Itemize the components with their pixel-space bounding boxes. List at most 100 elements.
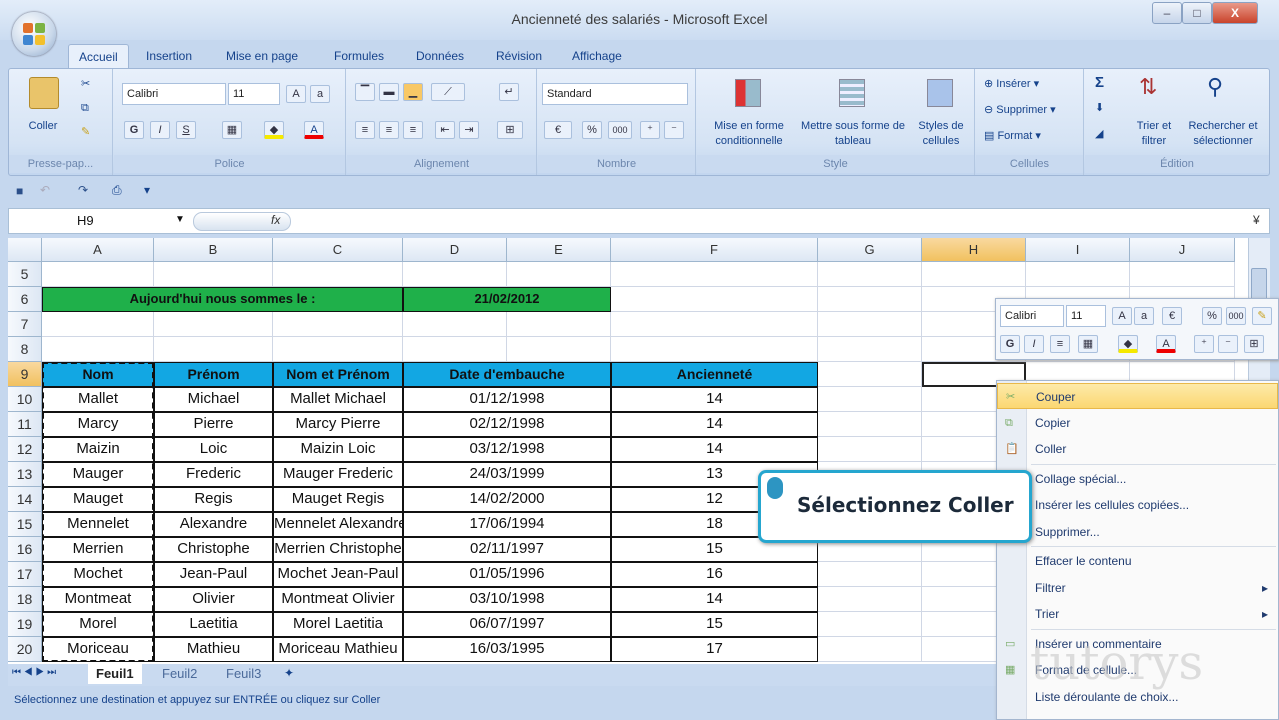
- formula-input[interactable]: [299, 209, 1249, 233]
- table-cell[interactable]: Moriceau Mathieu: [273, 637, 403, 662]
- grid-cell[interactable]: [818, 262, 922, 287]
- row-header-12[interactable]: 12: [8, 437, 42, 462]
- sort-filter-button[interactable]: Trier et filtrer: [1129, 119, 1179, 149]
- sort-filter-icon[interactable]: ⇅: [1139, 76, 1157, 98]
- grid-cell[interactable]: [611, 337, 818, 362]
- insert-function-button[interactable]: fx: [271, 213, 280, 227]
- grid-cell[interactable]: [273, 312, 403, 337]
- delete-cells-button[interactable]: ⊖ Supprimer ▾: [984, 103, 1056, 118]
- mini-size-select[interactable]: 11: [1066, 305, 1106, 327]
- grid-cell[interactable]: [403, 337, 507, 362]
- column-header-I[interactable]: I: [1026, 238, 1130, 262]
- format-as-table-button[interactable]: Mettre sous forme de tableau: [797, 119, 909, 149]
- percent-button[interactable]: %: [582, 121, 602, 139]
- grid-cell[interactable]: [818, 587, 922, 612]
- table-cell[interactable]: Maizin Loic: [273, 437, 403, 462]
- table-cell[interactable]: Merrien Christophe: [273, 537, 403, 562]
- font-name-select[interactable]: Calibri: [122, 83, 226, 105]
- grid-cell[interactable]: [507, 262, 611, 287]
- table-cell[interactable]: Marcy: [42, 412, 154, 437]
- grid-cell[interactable]: [42, 312, 154, 337]
- number-format-select[interactable]: Standard: [542, 83, 688, 105]
- table-header-cell[interactable]: Nom: [42, 362, 154, 387]
- table-cell[interactable]: 02/11/1997: [403, 537, 611, 562]
- fill-color-icon[interactable]: ◆: [264, 121, 284, 139]
- table-cell[interactable]: Montmeat Olivier: [273, 587, 403, 612]
- grid-cell[interactable]: [611, 262, 818, 287]
- format-table-icon[interactable]: [839, 79, 865, 107]
- table-cell[interactable]: 15: [611, 612, 818, 637]
- menu-item-copier[interactable]: Copier ⧉: [997, 410, 1278, 436]
- menu-item-insérer-les-cellules-copiées-[interactable]: Insérer les cellules copiées...: [997, 492, 1278, 518]
- align-left-icon[interactable]: ≡: [355, 121, 375, 139]
- column-header-B[interactable]: B: [154, 238, 273, 262]
- maximize-button[interactable]: □: [1182, 2, 1212, 24]
- grid-cell[interactable]: [922, 262, 1026, 287]
- row-header-17[interactable]: 17: [8, 562, 42, 587]
- table-cell[interactable]: Christophe: [154, 537, 273, 562]
- table-cell[interactable]: 17/06/1994: [403, 512, 611, 537]
- table-cell[interactable]: Olivier: [154, 587, 273, 612]
- grid-cell[interactable]: [154, 262, 273, 287]
- table-cell[interactable]: 01/05/1996: [403, 562, 611, 587]
- font-size-select[interactable]: 11: [228, 83, 280, 105]
- mini-bold-icon[interactable]: G: [1000, 335, 1020, 353]
- table-cell[interactable]: Moriceau: [42, 637, 154, 662]
- table-cell[interactable]: Jean-Paul: [154, 562, 273, 587]
- font-color-icon[interactable]: A: [304, 121, 324, 139]
- thousands-button[interactable]: 000: [608, 121, 632, 139]
- insert-cells-button[interactable]: ⊕ Insérer ▾: [984, 77, 1039, 92]
- align-center-icon[interactable]: ≡: [379, 121, 399, 139]
- mini-thousands-button[interactable]: 000: [1226, 307, 1246, 325]
- table-cell[interactable]: 14/02/2000: [403, 487, 611, 512]
- mini-merge-icon[interactable]: ⊞: [1244, 335, 1264, 353]
- orientation-icon[interactable]: ⟋: [431, 83, 465, 101]
- menu-item-filtrer[interactable]: Filtrer ▸: [997, 575, 1278, 601]
- today-label-cell[interactable]: Aujourd'hui nous sommes le :: [42, 287, 403, 312]
- mini-grow-font-icon[interactable]: A: [1112, 307, 1132, 325]
- format-painter-icon[interactable]: ✎: [81, 125, 90, 140]
- autosum-button[interactable]: Σ: [1095, 75, 1104, 90]
- bold-button[interactable]: G: [124, 121, 144, 139]
- increase-decimal-icon[interactable]: ⁺: [640, 121, 660, 139]
- row-header-5[interactable]: 5: [8, 262, 42, 287]
- grid-cell[interactable]: [818, 637, 922, 662]
- row-header-10[interactable]: 10: [8, 387, 42, 412]
- copy-icon[interactable]: ⧉: [81, 101, 89, 116]
- row-header-19[interactable]: 19: [8, 612, 42, 637]
- column-header-A[interactable]: A: [42, 238, 154, 262]
- mini-borders-icon[interactable]: ▦: [1078, 335, 1098, 353]
- menu-item-coller[interactable]: Coller 📋: [997, 436, 1278, 462]
- sheet-tab-feuil1[interactable]: Feuil1: [88, 664, 142, 684]
- table-cell[interactable]: Mauger: [42, 462, 154, 487]
- tab-3[interactable]: Formules: [324, 44, 394, 68]
- table-cell[interactable]: Alexandre: [154, 512, 273, 537]
- row-header-18[interactable]: 18: [8, 587, 42, 612]
- print-icon[interactable]: ⎙: [112, 183, 122, 198]
- mini-currency-icon[interactable]: €: [1162, 307, 1182, 325]
- tab-4[interactable]: Données: [406, 44, 474, 68]
- clear-icon[interactable]: ◢: [1095, 127, 1103, 142]
- grid-cell[interactable]: [818, 387, 922, 412]
- grid-cell[interactable]: [1130, 262, 1235, 287]
- mini-decrease-decimal-icon[interactable]: ⁻: [1218, 335, 1238, 353]
- row-header-14[interactable]: 14: [8, 487, 42, 512]
- row-header-16[interactable]: 16: [8, 537, 42, 562]
- column-header-F[interactable]: F: [611, 238, 818, 262]
- grid-cell[interactable]: [154, 312, 273, 337]
- minimize-button[interactable]: –: [1152, 2, 1182, 24]
- customize-qat-icon[interactable]: ▾: [144, 183, 150, 197]
- table-cell[interactable]: Montmeat: [42, 587, 154, 612]
- tab-0[interactable]: Accueil: [68, 44, 129, 68]
- table-cell[interactable]: Mochet: [42, 562, 154, 587]
- column-header-G[interactable]: G: [818, 238, 922, 262]
- column-header-D[interactable]: D: [403, 238, 507, 262]
- binoculars-icon[interactable]: ⚲: [1207, 76, 1223, 98]
- grid-cell[interactable]: [1026, 262, 1130, 287]
- column-header-E[interactable]: E: [507, 238, 611, 262]
- grid-cell[interactable]: [611, 287, 818, 312]
- grow-font-icon[interactable]: A: [286, 85, 306, 103]
- table-cell[interactable]: 14: [611, 437, 818, 462]
- menu-item-effacer-le-contenu[interactable]: Effacer le contenu: [997, 548, 1278, 574]
- decrease-decimal-icon[interactable]: ⁻: [664, 121, 684, 139]
